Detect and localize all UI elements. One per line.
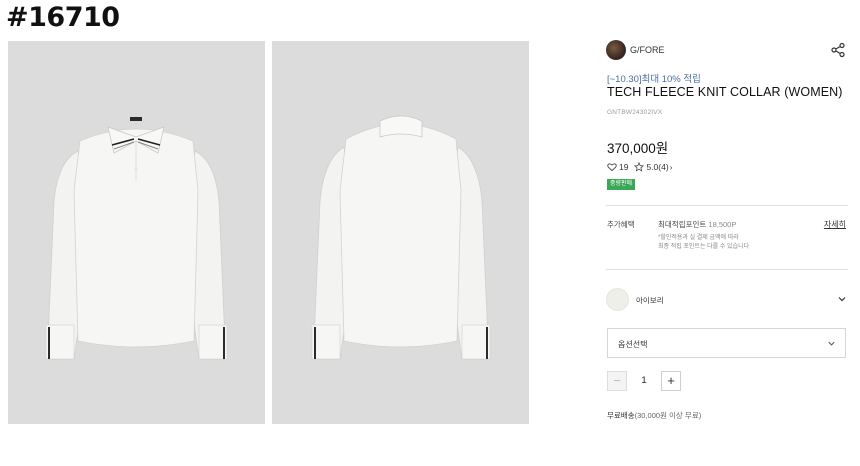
product-price: 370,000원 bbox=[607, 141, 669, 156]
rating-row: 19 5.0(4) › bbox=[607, 161, 672, 173]
brand-logo[interactable] bbox=[606, 40, 626, 60]
option-select[interactable]: 옵션선택 bbox=[607, 328, 846, 358]
max-points-value: 18,500P bbox=[708, 220, 737, 229]
max-points: 최대적립포인트 18,500P bbox=[658, 219, 736, 230]
divider bbox=[606, 269, 848, 270]
status-badge: 중량판매 bbox=[607, 179, 636, 190]
product-code: GNTBW24302IVX bbox=[607, 109, 663, 116]
share-icon[interactable] bbox=[830, 42, 846, 58]
quantity-stepper: − 1 + bbox=[607, 370, 681, 391]
shipping-condition: (30,000원 이상 무료) bbox=[634, 411, 702, 420]
promo-text: [~10.30]최대 10% 적립 bbox=[607, 74, 701, 85]
product-image-front[interactable] bbox=[8, 41, 265, 424]
product-title: TECH FLEECE KNIT COLLAR (WOMEN) bbox=[607, 85, 843, 99]
shipping-label: 무료배송 bbox=[607, 411, 635, 420]
brand-name[interactable]: G/FORE bbox=[630, 45, 665, 55]
image-id-label: #16710 bbox=[6, 2, 120, 33]
quantity-value[interactable]: 1 bbox=[627, 375, 661, 386]
quantity-increase-button[interactable]: + bbox=[661, 370, 681, 391]
option-select-label: 옵션선택 bbox=[618, 340, 648, 349]
benefit-note-line: 최종 적립 포인트는 다를 수 있습니다 bbox=[658, 244, 750, 250]
brand-row: G/FORE bbox=[606, 40, 848, 62]
quantity-decrease-button[interactable]: − bbox=[607, 370, 627, 391]
color-selector[interactable]: 아이보리 bbox=[606, 288, 848, 312]
shirt-front-illustration bbox=[8, 41, 265, 424]
max-points-label: 최대적립포인트 bbox=[658, 220, 707, 229]
benefit-note-line: *할인적용과 실 결제 금액에 따라 bbox=[658, 235, 739, 241]
chevron-down-icon[interactable] bbox=[836, 293, 848, 305]
benefit-detail-link[interactable]: 자세히 bbox=[824, 219, 846, 230]
rating-value[interactable]: 5.0(4) bbox=[646, 162, 668, 172]
benefit-label: 추가혜택 bbox=[607, 220, 635, 229]
product-image-back[interactable] bbox=[272, 41, 529, 424]
shirt-back-illustration bbox=[272, 41, 529, 424]
heart-icon[interactable] bbox=[607, 162, 617, 172]
chevron-down-icon bbox=[828, 341, 835, 346]
shipping-info: 무료배송(30,000원 이상 무료) bbox=[607, 410, 701, 421]
benefit-note: *할인적용과 실 결제 금액에 따라 최종 적립 포인트는 다를 수 있습니다 bbox=[658, 234, 838, 252]
color-name: 아이보리 bbox=[636, 296, 664, 305]
star-icon bbox=[634, 162, 645, 172]
rating-chevron-icon[interactable]: › bbox=[670, 163, 673, 172]
color-swatch[interactable] bbox=[606, 288, 629, 311]
likes-count: 19 bbox=[619, 162, 629, 172]
divider bbox=[606, 205, 848, 206]
product-info-panel: G/FORE [~10.30]최대 10% 적립 TECH FLEECE KNI… bbox=[606, 38, 848, 458]
